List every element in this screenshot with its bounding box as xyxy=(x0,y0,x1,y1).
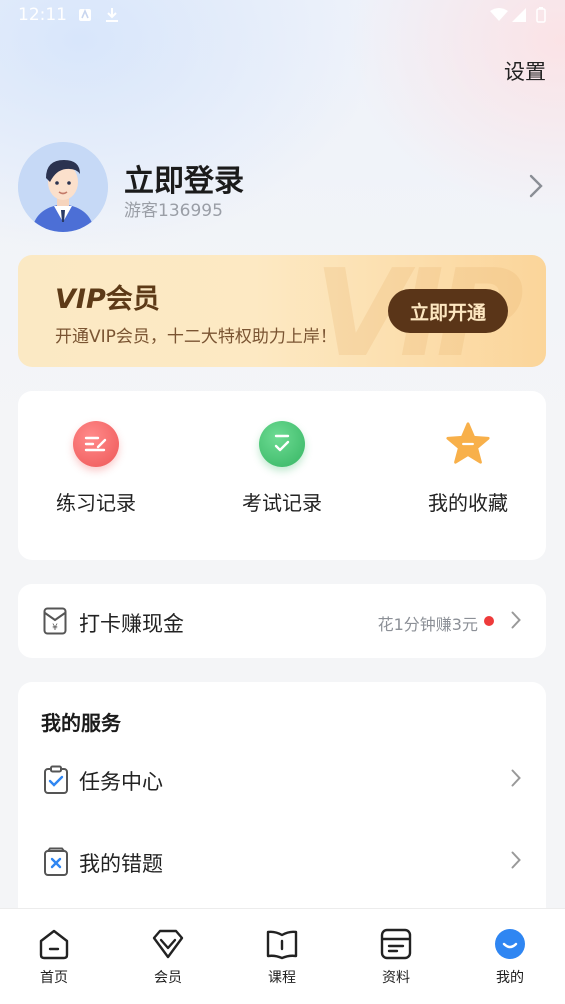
cash-envelope-icon: ¥ xyxy=(43,607,67,639)
bottom-navigation: 首页 会员 课程 资料 我的 xyxy=(0,908,565,1004)
quick-item-exam-record[interactable]: 考试记录 xyxy=(202,421,362,516)
checkin-hint: 花1分钟赚3元 xyxy=(377,615,478,634)
quick-item-favorites[interactable]: 我的收藏 xyxy=(388,421,548,516)
vip-open-button[interactable]: 立即开通 xyxy=(388,289,508,333)
settings-button[interactable]: 设置 xyxy=(504,56,546,86)
vip-banner[interactable]: VIP VIP会员 开通VIP会员，十二大特权助力上岸！ 立即开通 xyxy=(18,255,546,367)
download-icon xyxy=(105,7,119,27)
vip-title-cn: 会员 xyxy=(105,284,160,315)
star-icon xyxy=(445,421,491,467)
status-time: 12:11 xyxy=(18,5,67,25)
chevron-right-icon xyxy=(511,851,521,873)
exam-record-icon xyxy=(259,421,305,467)
nav-label: 会员 xyxy=(154,970,182,986)
task-clipboard-icon xyxy=(43,765,69,799)
notification-icon xyxy=(78,7,92,26)
svg-text:¥: ¥ xyxy=(52,623,58,633)
course-book-icon xyxy=(265,927,299,961)
nav-vip[interactable]: 会员 xyxy=(128,927,208,987)
service-item-task-center[interactable]: 任务中心 xyxy=(18,755,546,805)
home-icon xyxy=(37,927,71,961)
quick-actions-card: 练习记录 考试记录 我的收藏 xyxy=(18,391,546,560)
signal-icon xyxy=(512,7,526,26)
nav-label: 资料 xyxy=(382,970,410,986)
service-label: 我的错题 xyxy=(79,852,163,876)
chevron-right-icon xyxy=(511,611,521,633)
services-card: 我的服务 任务中心 我的错题 xyxy=(18,682,546,942)
nav-label: 我的 xyxy=(496,970,524,986)
nav-profile[interactable]: 我的 xyxy=(470,927,550,987)
vip-subtitle: 开通VIP会员，十二大特权助力上岸！ xyxy=(55,327,337,347)
nav-label: 首页 xyxy=(40,970,68,986)
quick-item-practice-record[interactable]: 练习记录 xyxy=(16,421,176,516)
notification-dot xyxy=(484,616,494,626)
chevron-right-icon xyxy=(511,769,521,791)
vip-title-en: VIP xyxy=(55,284,106,315)
vip-diamond-icon xyxy=(151,927,185,961)
materials-icon xyxy=(379,927,413,961)
battery-icon xyxy=(536,7,546,27)
guest-id: 游客136995 xyxy=(124,201,223,221)
service-label: 任务中心 xyxy=(79,770,163,794)
wifi-icon xyxy=(490,7,508,26)
nav-materials[interactable]: 资料 xyxy=(356,927,436,987)
service-item-wrong-questions[interactable]: 我的错题 xyxy=(18,837,546,887)
checkin-row[interactable]: ¥ 打卡赚现金 花1分钟赚3元 xyxy=(18,584,546,658)
chevron-right-icon[interactable] xyxy=(529,174,543,202)
profile-icon xyxy=(493,927,527,961)
nav-home[interactable]: 首页 xyxy=(14,927,94,987)
nav-course[interactable]: 课程 xyxy=(242,927,322,987)
quick-label: 我的收藏 xyxy=(428,491,508,515)
practice-record-icon xyxy=(73,421,119,467)
status-bar: 12:11 xyxy=(0,0,565,32)
quick-label: 考试记录 xyxy=(242,491,322,515)
quick-label: 练习记录 xyxy=(56,491,136,515)
nav-label: 课程 xyxy=(268,970,296,986)
services-title: 我的服务 xyxy=(41,711,121,735)
wrong-question-icon xyxy=(43,847,69,881)
checkin-label: 打卡赚现金 xyxy=(79,612,184,636)
avatar[interactable] xyxy=(18,142,108,232)
login-title[interactable]: 立即登录 xyxy=(124,156,244,200)
vip-title: VIP会员 xyxy=(55,277,160,316)
